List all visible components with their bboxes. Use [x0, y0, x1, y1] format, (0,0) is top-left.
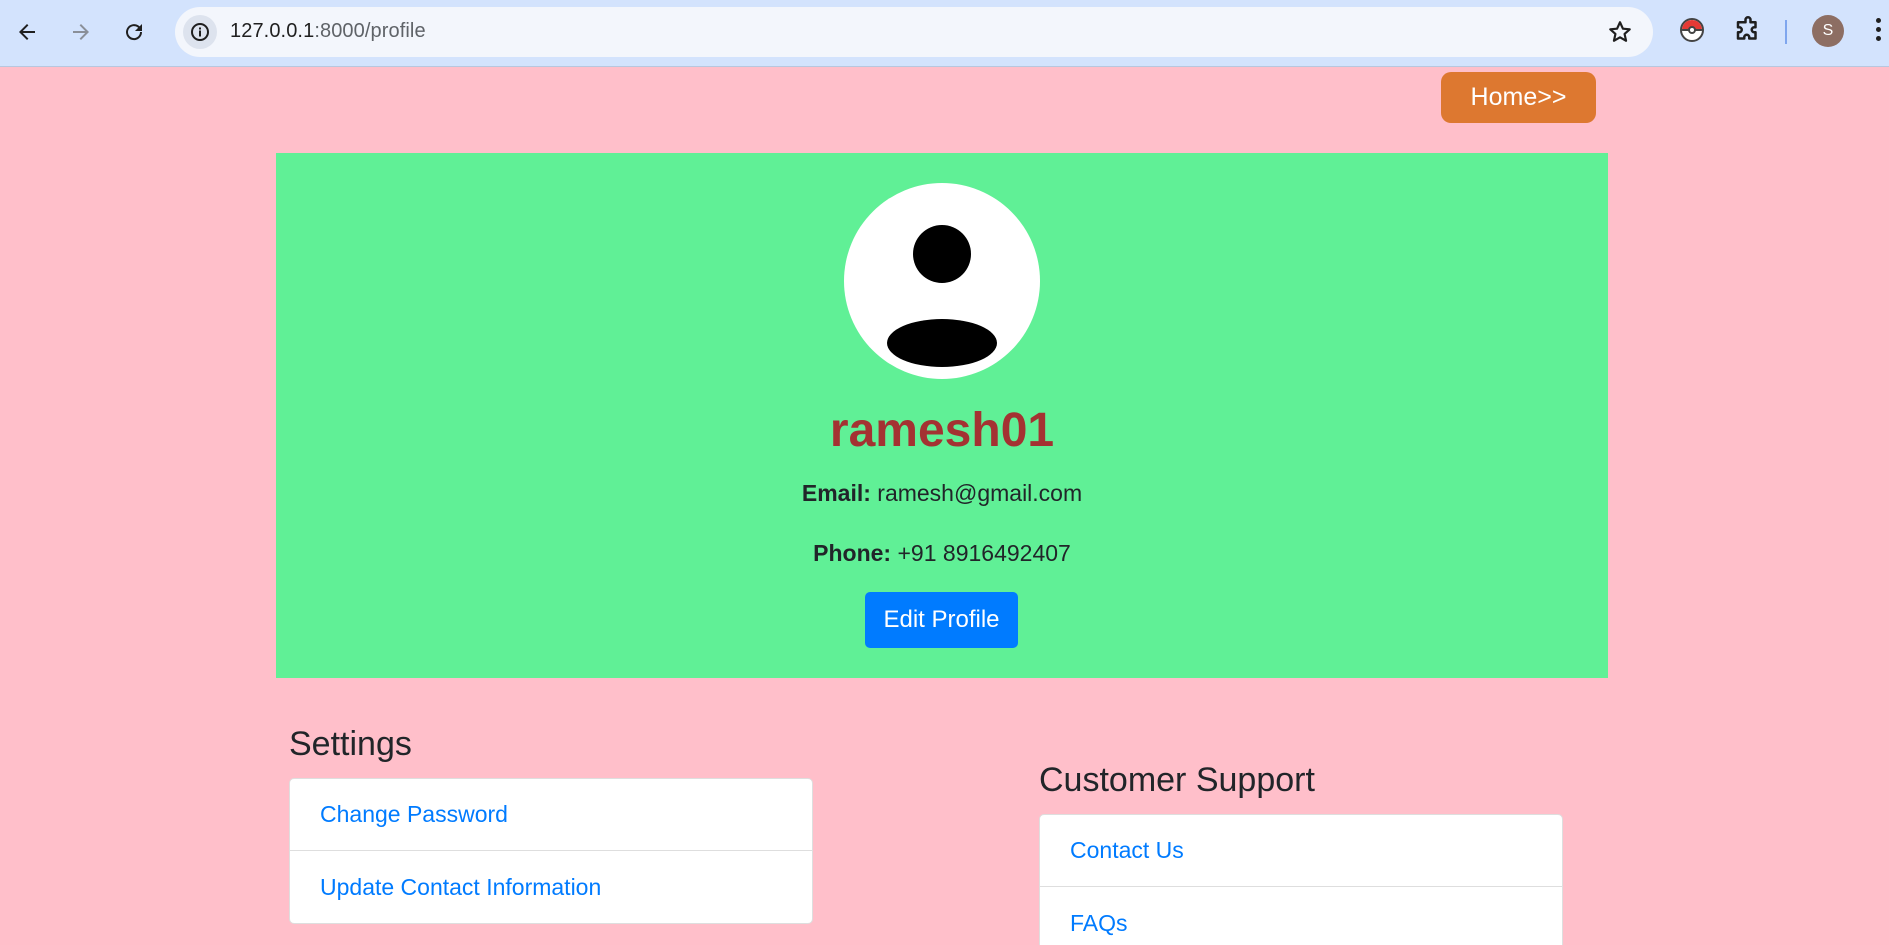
- url-host: 127.0.0.1: [230, 20, 315, 42]
- faqs-link[interactable]: FAQs: [1040, 887, 1562, 945]
- site-info-icon[interactable]: [183, 15, 217, 49]
- phone-label: Phone:: [813, 540, 892, 566]
- arrow-right-icon: [73, 24, 89, 40]
- support-list: Contact Us FAQs: [1039, 814, 1563, 945]
- email-label: Email:: [801, 480, 871, 506]
- email-line: Email: ramesh@gmail.com: [276, 480, 1608, 507]
- reload-button[interactable]: [114, 12, 154, 52]
- phone-line: Phone: +91 8916492407: [276, 540, 1608, 567]
- user-icon: [887, 225, 997, 367]
- phone-value: +91 8916492407: [897, 540, 1071, 566]
- browser-toolbar: 127.0.0.1:8000/profile S: [0, 0, 1889, 67]
- back-button[interactable]: [7, 12, 47, 52]
- pokeball-extension-icon[interactable]: [1680, 18, 1704, 42]
- bookmark-star-icon[interactable]: [1607, 19, 1633, 45]
- edit-profile-button[interactable]: Edit Profile: [865, 592, 1018, 648]
- customer-support-title: Customer Support: [1039, 761, 1315, 799]
- home-button[interactable]: Home>>: [1441, 72, 1596, 123]
- browser-menu-icon[interactable]: [1873, 18, 1883, 46]
- forward-button[interactable]: [61, 12, 101, 52]
- update-contact-link[interactable]: Update Contact Information: [290, 851, 812, 923]
- toolbar-separator: [1785, 20, 1787, 44]
- arrow-left-icon: [19, 24, 35, 40]
- profile-card: ramesh01 Email: ramesh@gmail.com Phone: …: [276, 153, 1608, 678]
- username: ramesh01: [829, 404, 1055, 457]
- extensions-puzzle-icon[interactable]: [1733, 16, 1763, 46]
- address-bar[interactable]: 127.0.0.1:8000/profile: [175, 7, 1653, 57]
- profile-avatar-button[interactable]: S: [1812, 15, 1844, 47]
- contact-us-link[interactable]: Contact Us: [1040, 815, 1562, 887]
- url-path: :8000/profile: [314, 20, 426, 42]
- settings-list: Change Password Update Contact Informati…: [289, 778, 813, 924]
- url-text[interactable]: 127.0.0.1:8000/profile: [230, 20, 426, 43]
- email-value: ramesh@gmail.com: [877, 480, 1083, 506]
- settings-title: Settings: [289, 725, 412, 763]
- change-password-link[interactable]: Change Password: [290, 779, 812, 851]
- profile-initial: S: [1822, 22, 1834, 39]
- reload-icon: [126, 24, 143, 41]
- avatar: [844, 183, 1040, 379]
